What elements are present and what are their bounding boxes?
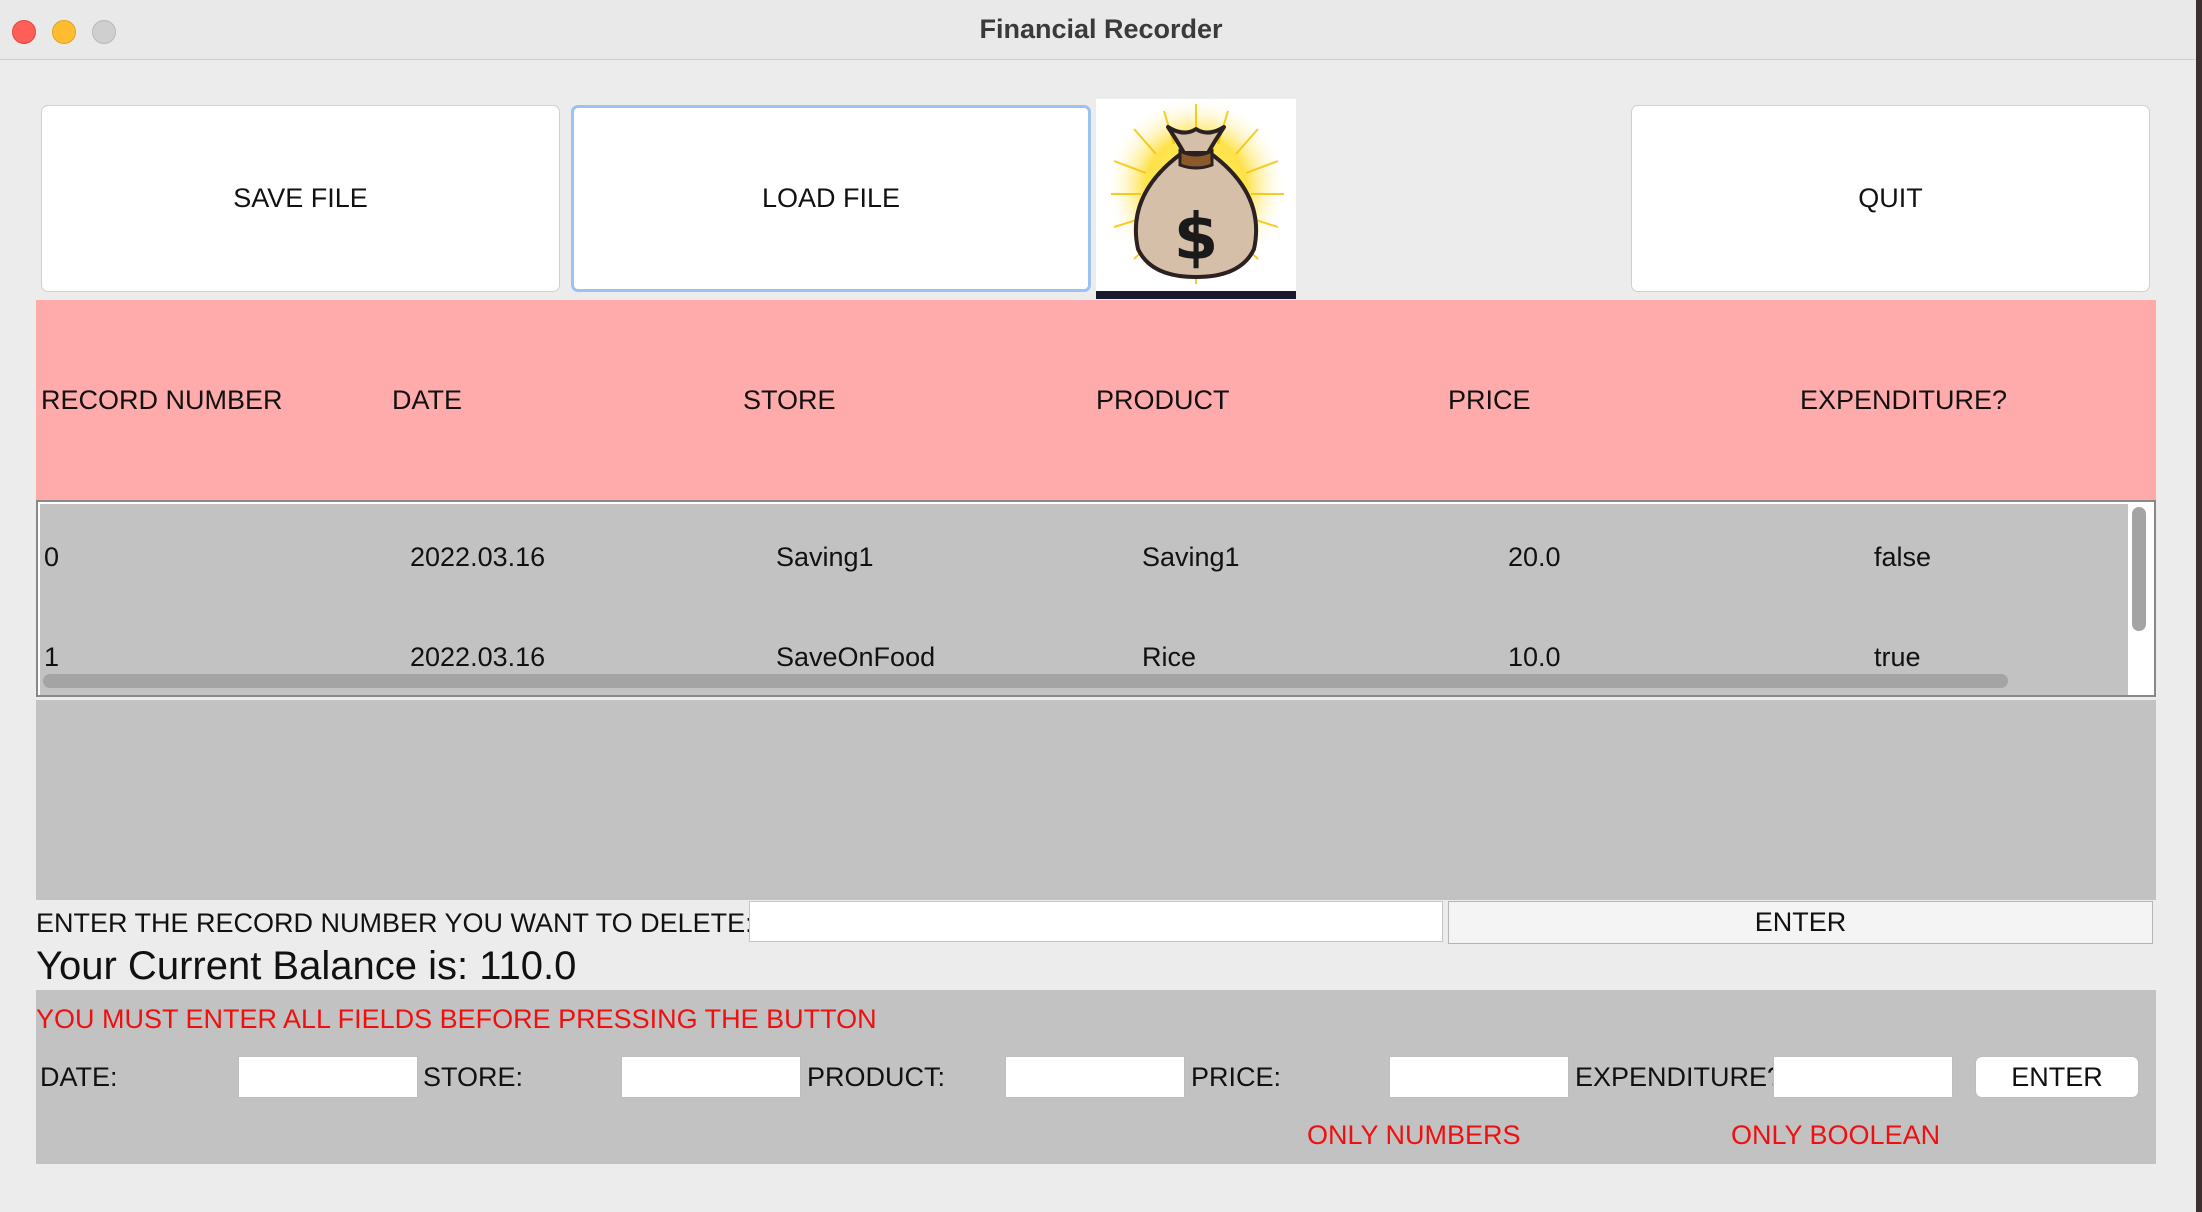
product-label: PRODUCT: [807,1062,946,1092]
cell-record-number: 0 [44,542,60,572]
table-horizontal-scrollbar[interactable] [43,674,2008,688]
cell-date: 2022.03.16 [410,642,546,672]
column-header-record-number: RECORD NUMBER [41,384,283,415]
window-edge [2196,0,2202,1212]
delete-record-input[interactable] [749,901,1443,942]
load-file-button[interactable]: LOAD FILE [571,105,1091,292]
price-label: PRICE: [1191,1062,1282,1092]
delete-enter-button[interactable]: ENTER [1448,901,2153,944]
cell-product: Rice [1142,642,1197,672]
delete-record-label: ENTER THE RECORD NUMBER YOU WANT TO DELE… [36,908,753,938]
column-header-expenditure: EXPENDITURE? [1800,384,2008,415]
column-header-price: PRICE [1448,384,1531,415]
column-header-product: PRODUCT [1096,384,1230,415]
product-input[interactable] [1005,1056,1185,1098]
form-warning: YOU MUST ENTER ALL FIELDS BEFORE PRESSIN… [36,1004,877,1034]
cell-expenditure: false [1874,542,1932,572]
store-label: STORE: [423,1062,524,1092]
table-vertical-scrollbar[interactable] [2132,507,2146,631]
cell-store: Saving1 [776,542,874,572]
cell-price: 20.0 [1508,542,1561,572]
cell-expenditure: true [1874,642,1921,672]
records-table-viewport: 0 2022.03.16 Saving1 Saving1 20.0 false … [40,504,2128,695]
quit-button[interactable]: QUIT [1631,105,2150,292]
store-input[interactable] [621,1056,801,1098]
empty-panel [36,700,2156,900]
expenditure-hint: ONLY BOOLEAN [1731,1120,1941,1150]
records-table[interactable]: 0 2022.03.16 Saving1 Saving1 20.0 false … [36,500,2156,697]
column-header-store: STORE [743,384,836,415]
save-file-button[interactable]: SAVE FILE [41,105,560,292]
current-balance: Your Current Balance is: 110.0 [36,944,577,988]
expenditure-input[interactable] [1773,1056,1953,1098]
column-header-date: DATE [392,384,463,415]
expenditure-label: EXPENDITURE? [1575,1062,1783,1092]
table-row[interactable]: 0 2022.03.16 Saving1 Saving1 20.0 false [40,504,2128,604]
svg-text:$: $ [1174,201,1219,275]
table-header: RECORD NUMBER DATE STORE PRODUCT PRICE E… [36,300,2156,500]
cell-record-number: 1 [44,642,60,672]
money-bag-icon: $ [1096,99,1296,299]
cell-price: 10.0 [1508,642,1561,672]
date-input[interactable] [238,1056,418,1098]
date-label: DATE: [40,1062,118,1092]
cell-date: 2022.03.16 [410,542,546,572]
price-input[interactable] [1389,1056,1569,1098]
cell-product: Saving1 [1142,542,1240,572]
add-record-enter-button[interactable]: ENTER [1975,1056,2139,1098]
cell-store: SaveOnFood [776,642,936,672]
window-title: Financial Recorder [979,14,1223,44]
price-hint: ONLY NUMBERS [1307,1120,1521,1150]
